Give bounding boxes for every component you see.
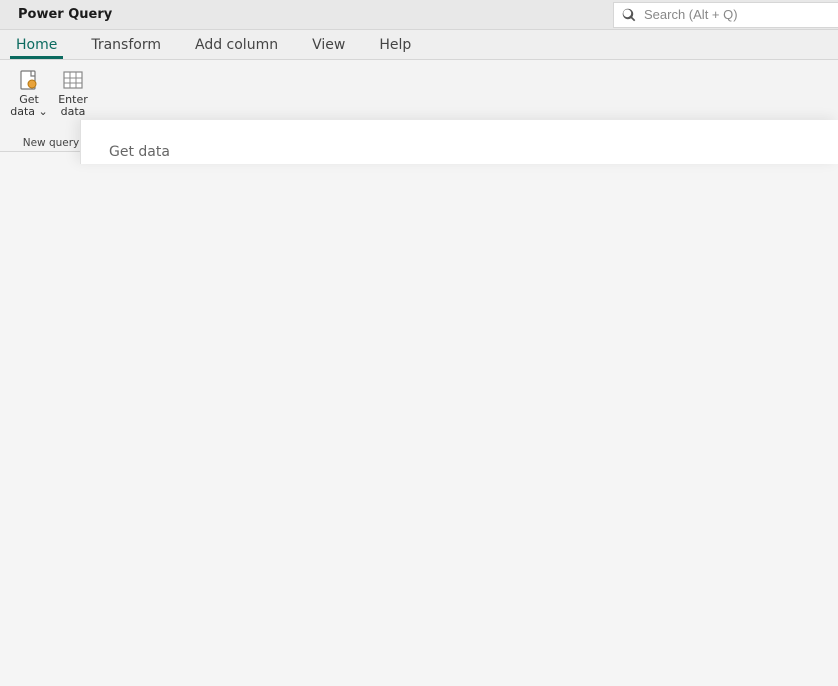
- enter-data-icon: [61, 68, 85, 92]
- ribbon-group-label: New query: [23, 137, 80, 149]
- get-data-icon: [17, 68, 41, 92]
- tab-view[interactable]: View: [306, 33, 351, 59]
- search-input[interactable]: [642, 6, 822, 23]
- search-icon: [622, 8, 636, 22]
- ribbon-tabs: Home Transform Add column View Help: [0, 30, 838, 60]
- app-title: Power Query: [18, 7, 112, 22]
- get-data-button[interactable]: Get data ⌄: [8, 66, 50, 118]
- enter-data-button[interactable]: Enter data: [52, 66, 94, 118]
- enter-data-label: Enter data: [58, 94, 88, 118]
- ribbon: Get data ⌄ Enter data New query Get data…: [0, 60, 838, 152]
- title-bar: Power Query: [0, 0, 838, 30]
- breadcrumb: Get data: [109, 144, 810, 160]
- tab-home[interactable]: Home: [10, 33, 63, 59]
- tab-transform[interactable]: Transform: [85, 33, 167, 59]
- get-data-panel: Get data Connect to data source Azure Bl…: [80, 120, 838, 164]
- tab-help[interactable]: Help: [373, 33, 417, 59]
- tab-add-column[interactable]: Add column: [189, 33, 284, 59]
- get-data-label: Get data ⌄: [10, 94, 48, 118]
- search-box[interactable]: [613, 2, 838, 28]
